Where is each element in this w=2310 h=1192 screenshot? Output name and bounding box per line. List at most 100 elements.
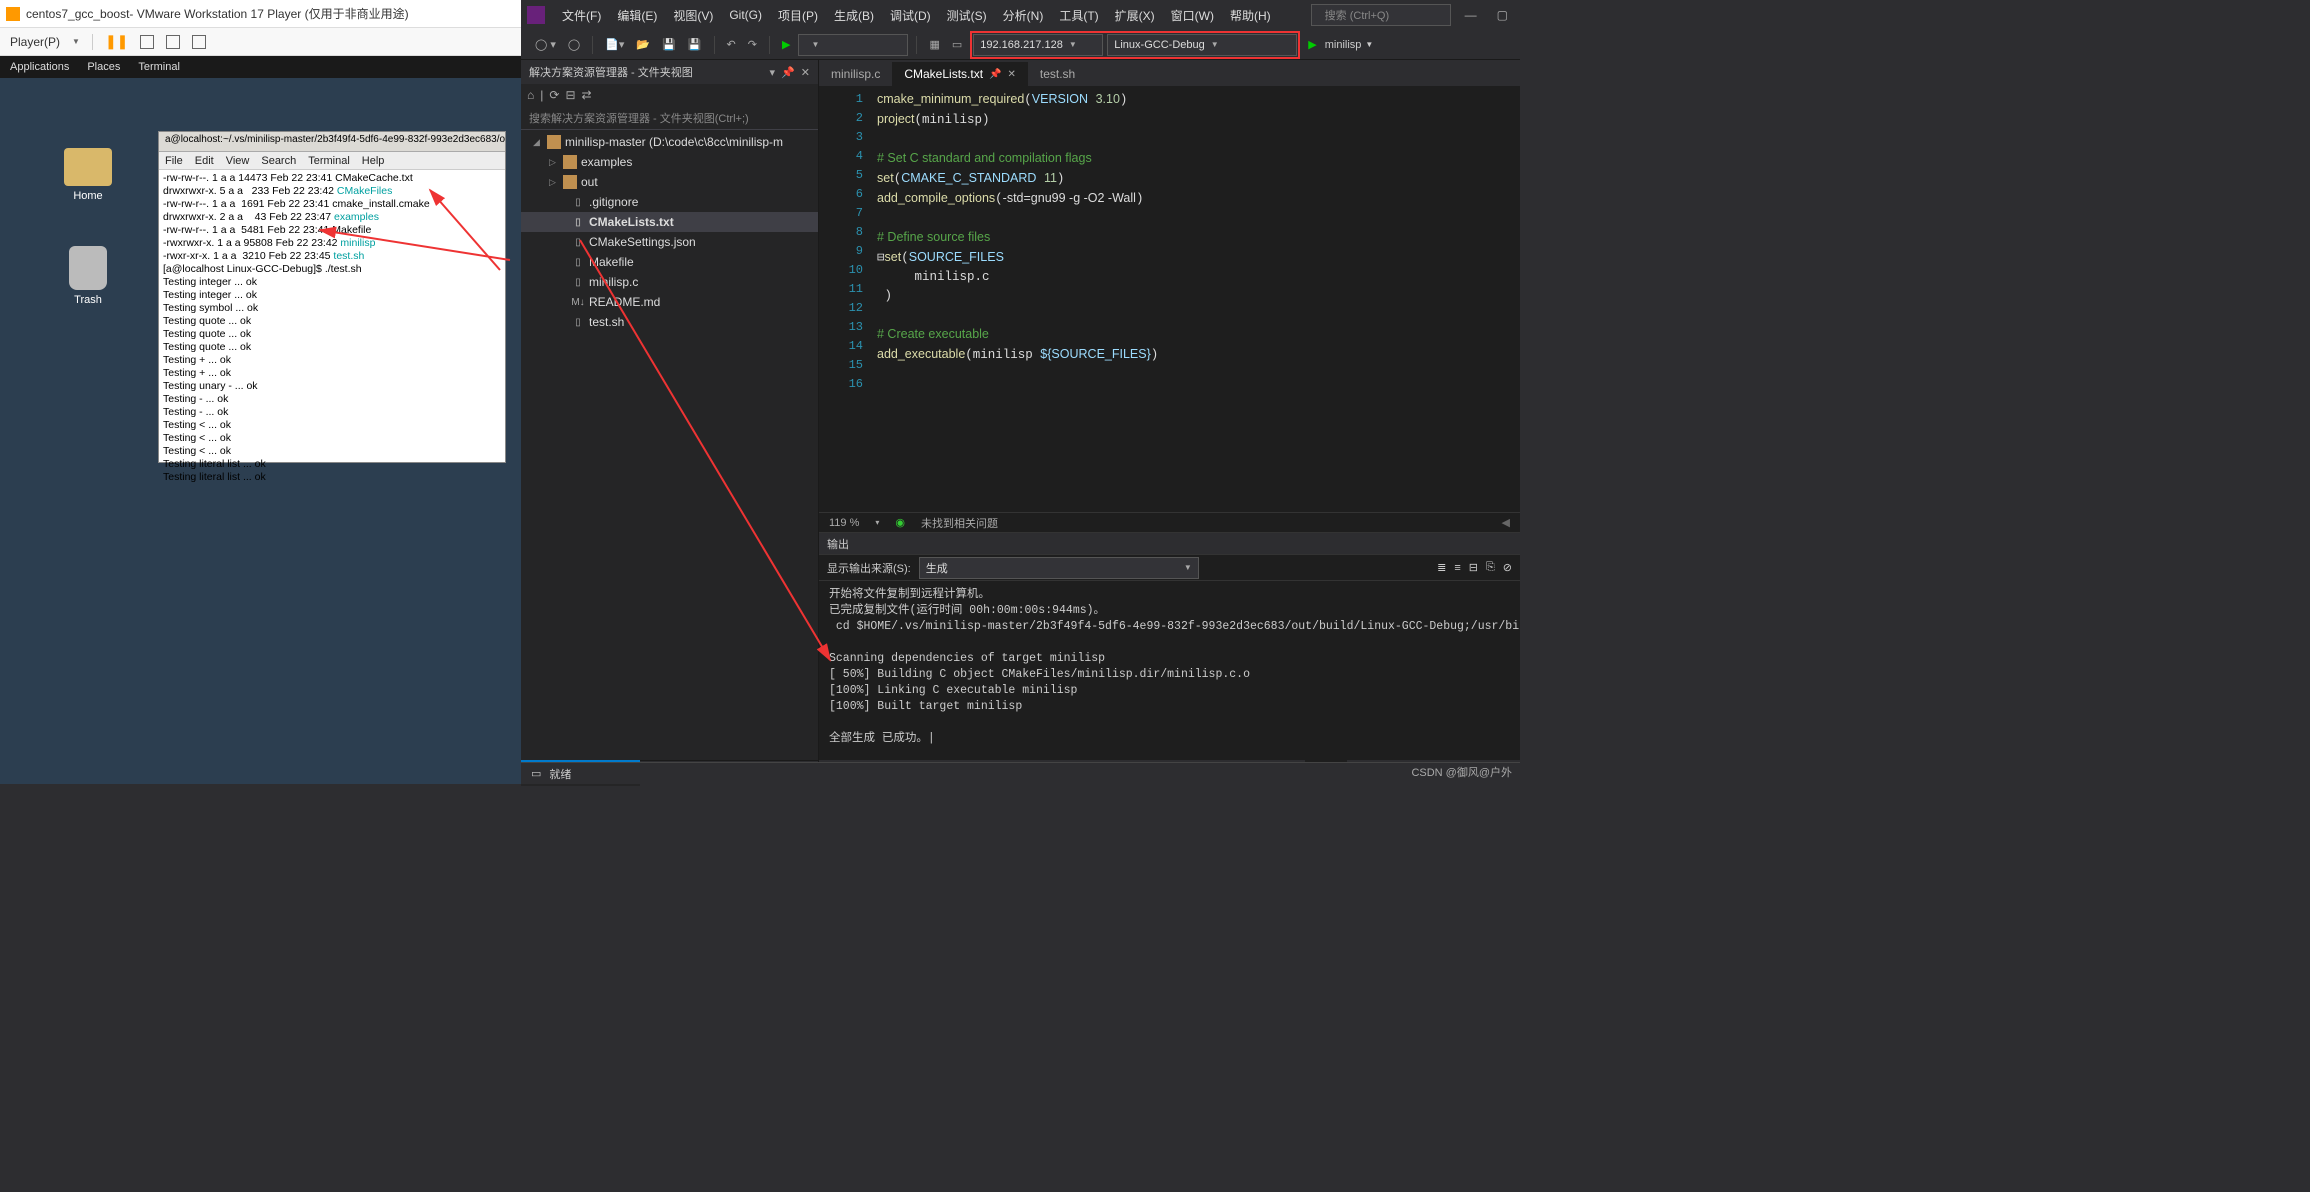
editor-area: minilisp.c CMakeLists.txt📌✕ test.sh 1234… [819, 60, 1520, 784]
tree-file-readme[interactable]: M↓README.md [521, 292, 818, 312]
sync-icon[interactable]: ⇄ [582, 88, 592, 102]
tool-icon[interactable]: ▭ [948, 36, 966, 53]
tree-file-minilisp-c[interactable]: ▯minilisp.c [521, 272, 818, 292]
out-tool-icon[interactable]: ⊘ [1503, 561, 1512, 574]
menu-window[interactable]: 窗口(W) [1164, 3, 1221, 28]
menu-analyze[interactable]: 分析(N) [996, 3, 1051, 28]
nav-fwd-icon[interactable]: ◯ [564, 36, 584, 53]
terminal-menubar: File Edit View Search Terminal Help [159, 152, 505, 170]
menu-view[interactable]: 视图(V) [666, 3, 720, 28]
zoom-level[interactable]: 119 % [829, 517, 859, 529]
build-config-dropdown[interactable]: Linux-GCC-Debug▼ [1107, 34, 1297, 56]
vm-tool-icon[interactable] [192, 35, 206, 49]
vs-logo-icon [527, 6, 545, 24]
menu-build[interactable]: 生成(B) [827, 3, 881, 28]
terminal-output[interactable]: -rw-rw-r--. 1 a a 14473 Feb 22 23:41 CMa… [159, 170, 505, 486]
config-dropdown[interactable]: ▼ [798, 34, 908, 56]
tree-file-gitignore[interactable]: ▯.gitignore [521, 192, 818, 212]
open-icon[interactable]: 📂 [632, 36, 654, 53]
output-source-dropdown[interactable]: 生成▼ [919, 557, 1199, 579]
run-target-label[interactable]: minilisp [1325, 39, 1362, 51]
remote-target-dropdown[interactable]: 192.168.217.128▼ [973, 34, 1103, 56]
refresh-icon[interactable]: ⟳ [549, 88, 559, 102]
menu-edit[interactable]: 编辑(E) [610, 3, 664, 28]
sol-header: 解决方案资源管理器 - 文件夹视图 ▾ 📌 ✕ [521, 60, 818, 84]
tree-file-cmakelists[interactable]: ▯CMakeLists.txt [521, 212, 818, 232]
menu-debug[interactable]: 调试(D) [883, 3, 938, 28]
tree-file-testsh[interactable]: ▯test.sh [521, 312, 818, 332]
out-tool-icon[interactable]: ≣ [1437, 561, 1446, 574]
term-menu-file[interactable]: File [165, 155, 183, 167]
search-placeholder: 搜索 (Ctrl+Q) [1318, 3, 1396, 27]
close-icon[interactable]: ✕ [801, 66, 810, 79]
player-menu[interactable]: Player(P) [10, 35, 60, 49]
tree-root[interactable]: ◢minilisp-master (D:\code\c\8cc\minilisp… [521, 132, 818, 152]
out-tool-icon[interactable]: ⊟ [1469, 561, 1478, 574]
sol-title: 解决方案资源管理器 - 文件夹视图 [529, 64, 693, 80]
close-icon[interactable]: ✕ [1007, 69, 1015, 80]
pin-icon[interactable]: ▾ [770, 66, 776, 79]
menu-test[interactable]: 测试(S) [940, 3, 994, 28]
sol-toolbar: ⌂| ⟳ ⊟ ⇄ [521, 84, 818, 106]
new-item-icon[interactable]: 📄▾ [601, 36, 628, 53]
out-tool-icon[interactable]: ≡ [1454, 562, 1460, 574]
tab-minilisp-c[interactable]: minilisp.c [819, 62, 892, 86]
menu-help[interactable]: 帮助(H) [1223, 3, 1278, 28]
out-tool-icon[interactable]: ⎘ [1486, 561, 1495, 574]
pushpin-icon[interactable]: 📌 [781, 66, 795, 79]
save-all-icon[interactable]: 💾 [684, 36, 706, 53]
nav-back-icon[interactable]: ◯ ▾ [531, 36, 560, 53]
vm-tool-icon[interactable] [166, 35, 180, 49]
desktop-trash-icon[interactable]: Trash [58, 246, 118, 306]
term-menu-view[interactable]: View [226, 155, 250, 167]
output-source-label: 显示输出来源(S): [827, 560, 911, 576]
maximize-icon[interactable]: ▢ [1491, 4, 1514, 26]
pause-icon[interactable]: ❚❚ [105, 33, 128, 50]
vmware-toolbar: Player(P)▼ ❚❚ [0, 28, 521, 56]
vm-tool-icon[interactable] [140, 35, 154, 49]
redo-icon[interactable]: ↷ [744, 36, 761, 53]
menu-git[interactable]: Git(G) [722, 4, 769, 26]
tree-file-makefile[interactable]: ▯Makefile [521, 252, 818, 272]
editor-statusbar: 119 %▾ ◉ 未找到相关问题 ◀ [819, 512, 1520, 532]
collapse-icon[interactable]: ⊟ [565, 88, 575, 102]
save-icon[interactable]: 💾 [658, 36, 680, 53]
trash-label: Trash [58, 294, 118, 306]
desktop-home-icon[interactable]: Home [58, 148, 118, 202]
menu-tools[interactable]: 工具(T) [1052, 3, 1105, 28]
vs-search-box[interactable]: 搜索 (Ctrl+Q) [1311, 4, 1451, 26]
sol-search-box[interactable]: 搜索解决方案资源管理器 - 文件夹视图(Ctrl+;) [521, 106, 818, 130]
term-menu-search[interactable]: Search [261, 155, 296, 167]
vs-toolbar: ◯ ▾ ◯ 📄▾ 📂 💾 💾 ↶ ↷ ▶ ▼ ▦ ▭ 192.168.217.1… [521, 30, 1520, 60]
menu-project[interactable]: 项目(P) [771, 3, 825, 28]
line-gutter: 12345678910111213141516 [819, 86, 877, 512]
tool-icon[interactable]: ▦ [925, 36, 943, 53]
undo-icon[interactable]: ↶ [723, 36, 740, 53]
tree-file-cmakesettings[interactable]: ▯CMakeSettings.json [521, 232, 818, 252]
vmware-icon [6, 7, 20, 21]
issues-text: 未找到相关问题 [921, 515, 998, 531]
terminal-window[interactable]: a@localhost:~/.vs/minilisp-master/2b3f49… [158, 131, 506, 463]
pin-icon[interactable]: 📌 [989, 69, 1001, 80]
term-menu-terminal[interactable]: Terminal [308, 155, 350, 167]
tab-cmakelists[interactable]: CMakeLists.txt📌✕ [892, 62, 1028, 86]
minimize-icon[interactable]: — [1459, 4, 1483, 26]
menu-file[interactable]: 文件(F) [555, 3, 608, 28]
output-title: 输出 [827, 536, 849, 552]
gnome-terminal[interactable]: Terminal [138, 61, 180, 73]
output-text[interactable]: 开始将文件复制到远程计算机。 已完成复制文件(运行时间 00h:00m:00s:… [819, 581, 1520, 760]
gnome-applications[interactable]: Applications [10, 61, 69, 73]
tree-folder-examples[interactable]: ▷examples [521, 152, 818, 172]
code-editor[interactable]: cmake_minimum_required(VERSION 3.10) pro… [877, 86, 1520, 512]
menu-extensions[interactable]: 扩展(X) [1108, 3, 1162, 28]
term-menu-help[interactable]: Help [362, 155, 385, 167]
status-text: 就绪 [549, 766, 571, 782]
gnome-places[interactable]: Places [87, 61, 120, 73]
home-icon[interactable]: ⌂ [527, 88, 534, 102]
tab-testsh[interactable]: test.sh [1028, 62, 1087, 86]
start-debug-icon[interactable]: ▶ [778, 36, 794, 53]
vmware-window: centos7_gcc_boost- VMware Workstation 17… [0, 0, 521, 784]
run-icon[interactable]: ▶ [1304, 36, 1320, 53]
tree-folder-out[interactable]: ▷out [521, 172, 818, 192]
term-menu-edit[interactable]: Edit [195, 155, 214, 167]
